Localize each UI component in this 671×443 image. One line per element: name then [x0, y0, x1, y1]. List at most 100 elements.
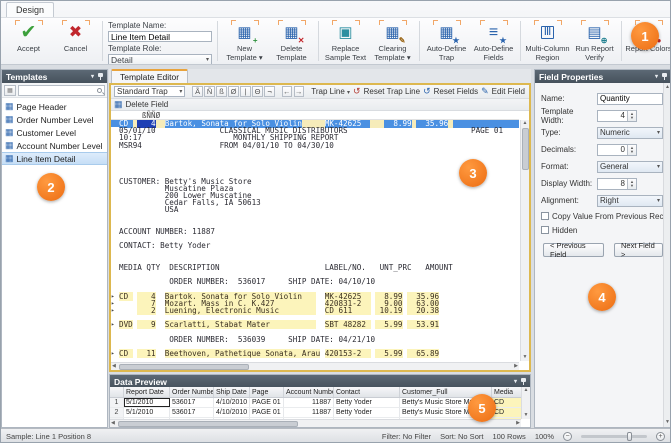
- scroll-down-icon[interactable]: ▼: [523, 412, 530, 419]
- vertical-scrollbar[interactable]: ▲ ▼: [521, 387, 530, 419]
- collapse-icon[interactable]: ▾: [514, 379, 517, 385]
- cell[interactable]: 4/10/2010: [214, 398, 250, 407]
- trap-char-button[interactable]: Ø: [228, 86, 239, 97]
- report-line[interactable]: ▸CD 11 Beethoven, Pathetique Sonata, Ara…: [111, 350, 519, 357]
- copy-value-checkbox[interactable]: [541, 212, 549, 220]
- scroll-up-icon[interactable]: ▲: [522, 120, 529, 127]
- cell[interactable]: 11887: [284, 408, 334, 417]
- cell[interactable]: Betty Yoder: [334, 408, 400, 417]
- delete-field-button[interactable]: Delete Field: [125, 100, 170, 109]
- cell[interactable]: CD: [492, 398, 521, 407]
- reset-fields-button[interactable]: Reset Fields: [433, 87, 479, 96]
- scroll-up-icon[interactable]: ▲: [664, 84, 671, 91]
- shift-right-button[interactable]: →: [294, 86, 304, 97]
- scroll-right-icon[interactable]: ▶: [513, 363, 519, 370]
- auto-define-trap-button[interactable]: ▦★Auto-Define Trap: [423, 19, 470, 63]
- zoom-in-button[interactable]: +: [656, 432, 665, 441]
- column-header-media[interactable]: Media: [492, 387, 521, 397]
- trap-char-button[interactable]: |: [240, 86, 251, 97]
- column-header-account-number[interactable]: Account Number: [284, 387, 334, 397]
- column-header-order-number[interactable]: Order Number: [170, 387, 214, 397]
- scroll-up-icon[interactable]: ▲: [523, 387, 530, 394]
- report-line[interactable]: MEDIA QTY DESCRIPTION LABEL/NO. UNT_PRC …: [111, 264, 519, 271]
- name-input[interactable]: [597, 93, 663, 105]
- cell[interactable]: Betty Yoder: [334, 398, 400, 407]
- cell[interactable]: 1: [110, 398, 124, 407]
- column-header-ship-date[interactable]: Ship Date: [214, 387, 250, 397]
- alignment-dropdown[interactable]: Right▾: [597, 195, 663, 207]
- previous-field-button[interactable]: < Previous Field: [543, 243, 604, 257]
- sidebar-item-order-number-level[interactable]: ▦Order Number Level: [2, 113, 107, 126]
- replace-sample-text-button[interactable]: ▣Replace Sample Text: [322, 19, 369, 63]
- report-line[interactable]: [111, 156, 519, 163]
- scroll-right-icon[interactable]: ▶: [515, 420, 521, 427]
- hidden-checkbox[interactable]: [541, 226, 549, 234]
- display-width-stepper[interactable]: 8 ▲▼: [597, 178, 637, 190]
- cell[interactable]: PAGE 01: [250, 408, 284, 417]
- report-line[interactable]: ▸DVD 9 Scarlatti, Stabat Mater SBT 48282…: [111, 321, 519, 328]
- column-header-page[interactable]: Page: [250, 387, 284, 397]
- zoom-out-button[interactable]: −: [563, 432, 572, 441]
- multi-column-region-button[interactable]: ⅢMulti-Column Region: [524, 19, 571, 63]
- cell[interactable]: PAGE 01: [250, 398, 284, 407]
- accept-button[interactable]: ✔Accept: [5, 19, 52, 63]
- collapse-icon[interactable]: ▾: [91, 74, 94, 80]
- sort-status[interactable]: Sort: No Sort: [440, 432, 483, 441]
- horizontal-scrollbar[interactable]: ◀ ▶: [110, 419, 521, 427]
- type-dropdown[interactable]: Numeric▾: [597, 127, 663, 139]
- cell[interactable]: 536017: [170, 408, 214, 417]
- decimals-stepper[interactable]: 0 ▲▼: [597, 144, 637, 156]
- cell[interactable]: 11887: [284, 398, 334, 407]
- auto-define-fields-button[interactable]: ≡★Auto-Define Fields: [470, 19, 517, 63]
- trap-char-button[interactable]: ¬: [264, 86, 275, 97]
- report-line[interactable]: [111, 249, 519, 256]
- sidebar-item-account-number-level[interactable]: ▦Account Number Level: [2, 139, 107, 152]
- run-report-verify-button[interactable]: ▤⊕Run Report Verify: [571, 19, 618, 63]
- report-line[interactable]: USA: [111, 206, 519, 213]
- next-field-button[interactable]: Next Field >: [614, 243, 663, 257]
- sidebar-item-page-header[interactable]: ▦Page Header: [2, 100, 107, 113]
- column-header-rownum[interactable]: [110, 387, 124, 397]
- scrollbar-thumb[interactable]: [119, 364, 249, 370]
- shift-left-button[interactable]: ←: [282, 86, 292, 97]
- vertical-scrollbar[interactable]: ▲ ▼: [520, 120, 529, 361]
- scroll-down-icon[interactable]: ▼: [664, 419, 671, 426]
- scroll-left-icon[interactable]: ◀: [111, 363, 117, 370]
- report-line[interactable]: MSR94 FROM 04/01/10 TO 04/30/10: [111, 142, 519, 149]
- pin-icon[interactable]: [521, 378, 526, 385]
- sidebar-item-customer-level[interactable]: ▦Customer Level: [2, 126, 107, 139]
- template-name-input[interactable]: [108, 31, 212, 42]
- delete-template-button[interactable]: ▦✕Delete Template: [268, 19, 315, 63]
- reset-trap-line-button[interactable]: Reset Trap Line: [363, 87, 421, 96]
- trap-char-button[interactable]: Ã: [192, 86, 203, 97]
- clearing-template-button[interactable]: ▦✎Clearing Template ▾: [369, 19, 416, 63]
- scroll-down-icon[interactable]: ▼: [522, 354, 529, 361]
- report-line[interactable]: ACCOUNT NUMBER: 11887: [111, 228, 519, 235]
- cell[interactable]: 4/10/2010: [214, 408, 250, 417]
- cell[interactable]: 536017: [170, 398, 214, 407]
- report-line[interactable]: ▸ 2 Luening, Electronic Music CD 611 10.…: [111, 307, 519, 314]
- column-header-contact[interactable]: Contact: [334, 387, 400, 397]
- scroll-left-icon[interactable]: ◀: [110, 420, 116, 427]
- zoom-slider[interactable]: [581, 435, 647, 438]
- search-input[interactable]: [18, 85, 105, 96]
- report-line[interactable]: ORDER NUMBER: 536039 SHIP DATE: 04/21/10: [111, 336, 519, 343]
- filter-status[interactable]: Filter: No Filter: [382, 432, 431, 441]
- format-dropdown[interactable]: General▾: [597, 161, 663, 173]
- report-line[interactable]: CONTACT: Betty Yoder: [111, 242, 519, 249]
- cancel-button[interactable]: ✖Cancel: [52, 19, 99, 63]
- tab-design[interactable]: Design: [6, 2, 54, 17]
- cell[interactable]: 5/1/2010: [124, 398, 170, 407]
- cell[interactable]: 5/1/2010: [124, 408, 170, 417]
- report-line[interactable]: [111, 149, 519, 156]
- trap-line-dropdown[interactable]: Trap Line ▾: [310, 87, 351, 96]
- filter-button[interactable]: ▦: [4, 85, 16, 96]
- vertical-scrollbar[interactable]: ▲ ▼: [663, 83, 671, 427]
- report-line[interactable]: [111, 163, 519, 170]
- trap-type-dropdown[interactable]: Standard Trap ▾: [114, 86, 185, 97]
- new-template-button[interactable]: ▦+New Template ▾: [221, 19, 268, 63]
- tab-template-editor[interactable]: Template Editor: [111, 69, 188, 83]
- template-width-stepper[interactable]: 4 ▲▼: [597, 110, 637, 122]
- trap-char-button[interactable]: Ñ: [204, 86, 215, 97]
- trap-char-button[interactable]: ß: [216, 86, 227, 97]
